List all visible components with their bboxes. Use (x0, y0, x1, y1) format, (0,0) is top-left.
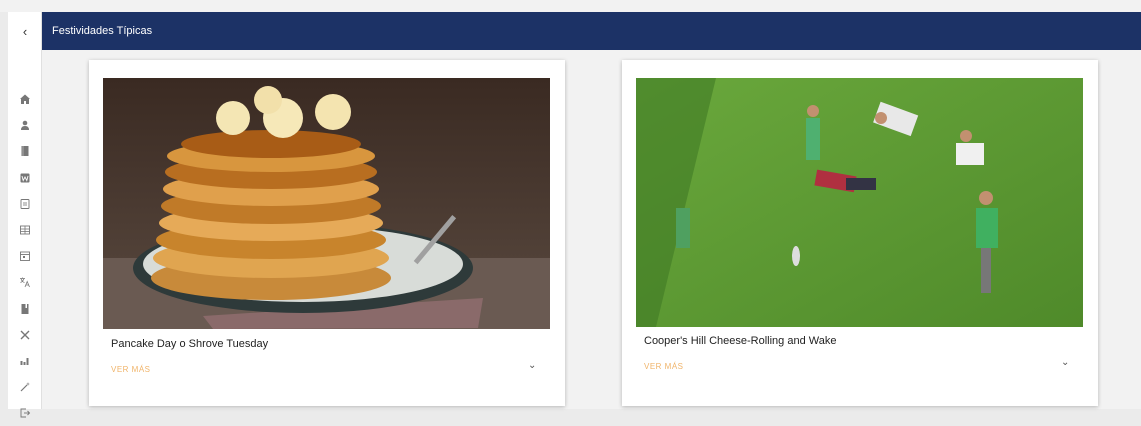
chart-icon (20, 357, 29, 365)
card-pancake-day[interactable]: Pancake Day o Shrove Tuesday VER MÁS ⌄ (89, 60, 565, 406)
sidebar-item-chart[interactable] (8, 348, 42, 374)
sidebar-item-logout[interactable] (8, 400, 42, 426)
sidebar-item-translate[interactable] (8, 269, 42, 295)
card-image-pancakes (103, 78, 550, 329)
ver-mas-link[interactable]: VER MÁS (111, 365, 151, 374)
table-icon (20, 225, 30, 235)
collapse-sidebar-button[interactable]: ‹ (8, 12, 42, 50)
page-title: Festividades Típicas (52, 25, 153, 37)
notebook-icon (21, 303, 29, 314)
main-content: Pancake Day o Shrove Tuesday VER MÁS ⌄ C… (42, 50, 1141, 409)
sidebar-item-word[interactable] (8, 165, 42, 191)
logout-icon (20, 408, 31, 418)
app-bar: Festividades Típicas (42, 12, 1141, 50)
tools-icon (20, 330, 30, 340)
book-icon (21, 146, 29, 157)
sidebar-item-document[interactable] (8, 191, 42, 217)
home-icon (20, 94, 30, 105)
sidebar-item-book[interactable] (8, 138, 42, 164)
top-strip (0, 0, 1141, 12)
card-cheese-rolling[interactable]: Cooper's Hill Cheese-Rolling and Wake VE… (622, 60, 1098, 406)
sidebar-item-magic[interactable] (8, 374, 42, 400)
sidebar-item-tools[interactable] (8, 322, 42, 348)
word-icon (20, 173, 30, 183)
user-icon (21, 120, 29, 131)
calendar-icon (20, 251, 30, 262)
ver-mas-link[interactable]: VER MÁS (644, 362, 684, 371)
sidebar-item-notebook[interactable] (8, 296, 42, 322)
card-title: Pancake Day o Shrove Tuesday (111, 338, 269, 350)
sidebar-icon-list (8, 86, 42, 426)
sidebar-item-table[interactable] (8, 217, 42, 243)
card-image-cheese-rolling (636, 78, 1083, 327)
expand-chevron-icon[interactable]: ⌄ (528, 360, 536, 371)
translate-icon (20, 277, 30, 288)
sidebar-item-calendar[interactable] (8, 243, 42, 269)
card-title: Cooper's Hill Cheese-Rolling and Wake (644, 335, 837, 347)
sidebar-item-home[interactable] (8, 86, 42, 112)
expand-chevron-icon[interactable]: ⌄ (1061, 357, 1069, 368)
sidebar: ‹ (8, 12, 42, 418)
document-icon (20, 198, 30, 209)
magic-wand-icon (20, 382, 30, 392)
sidebar-item-user[interactable] (8, 112, 42, 138)
